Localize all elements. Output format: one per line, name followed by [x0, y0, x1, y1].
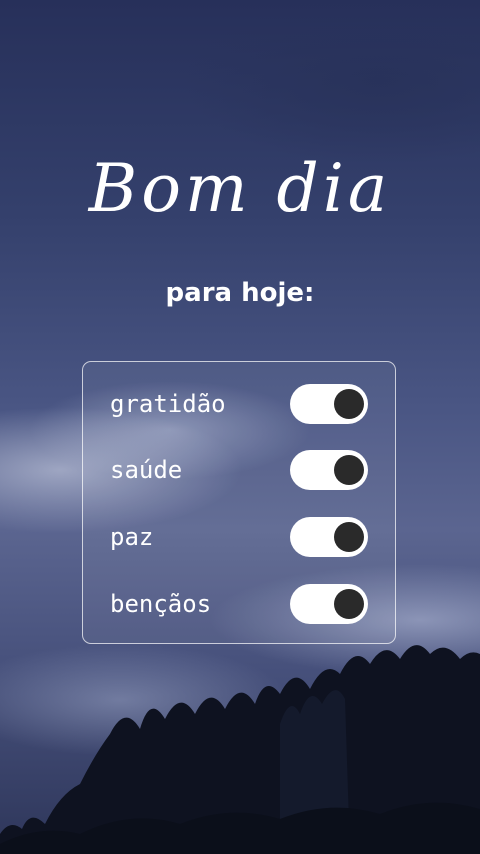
toggle-knob: [334, 455, 364, 485]
item-label: paz: [110, 523, 154, 551]
list-item: paz: [83, 515, 395, 559]
list-item: saúde: [83, 448, 395, 492]
item-label: saúde: [110, 456, 183, 484]
toggle-knob: [334, 389, 364, 419]
list-item: gratidão: [83, 382, 395, 426]
tree-silhouette: [0, 645, 480, 854]
item-label: gratidão: [110, 390, 226, 418]
greeting-title: Bom dia: [88, 150, 392, 227]
toggle-switch[interactable]: [290, 517, 368, 557]
toggle-switch[interactable]: [290, 450, 368, 490]
toggle-knob: [334, 522, 364, 552]
toggle-switch[interactable]: [290, 584, 368, 624]
subtitle: para hoje:: [165, 278, 315, 308]
checklist-panel: gratidão saúde paz bençãos: [82, 361, 396, 644]
item-label: bençãos: [110, 590, 212, 618]
toggle-knob: [334, 589, 364, 619]
toggle-switch[interactable]: [290, 384, 368, 424]
list-item: bençãos: [83, 582, 395, 626]
